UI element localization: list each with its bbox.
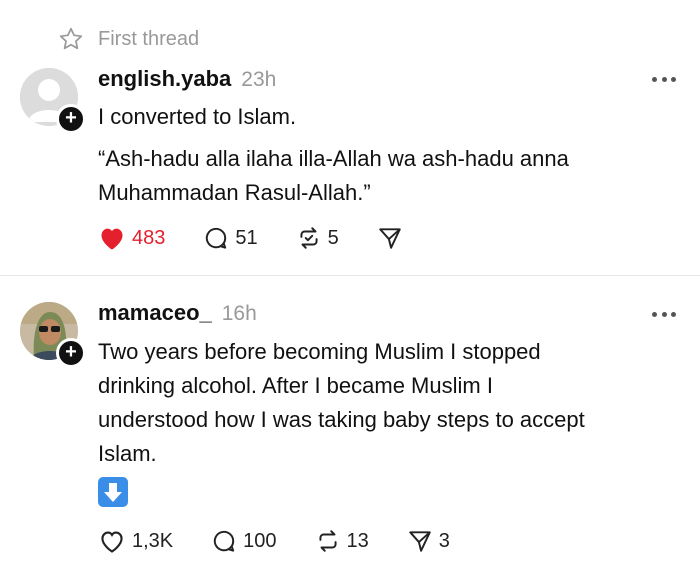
down-arrow-emoji bbox=[98, 477, 128, 507]
reply-count: 51 bbox=[235, 226, 258, 249]
reply-button[interactable]: 51 bbox=[203, 223, 258, 253]
post-header: english.yaba 23h bbox=[98, 66, 276, 92]
post-body: I converted to Islam. “Ash-hadu alla ila… bbox=[98, 100, 678, 210]
heart-icon bbox=[101, 228, 123, 250]
star-icon[interactable] bbox=[58, 26, 84, 52]
repost-button[interactable]: 5 bbox=[296, 223, 339, 253]
like-button[interactable]: 483 bbox=[98, 223, 165, 253]
repost-button[interactable]: 13 bbox=[315, 526, 369, 556]
follow-plus-button[interactable]: + bbox=[56, 104, 86, 134]
post-actions: 483 51 5 bbox=[98, 223, 403, 253]
timestamp: 23h bbox=[241, 68, 277, 91]
share-count: 3 bbox=[438, 529, 450, 552]
reply-button[interactable]: 100 bbox=[211, 526, 277, 556]
repost-icon bbox=[300, 227, 318, 249]
post-body: Two years before becoming Muslim I stopp… bbox=[98, 335, 678, 471]
thread-header: First thread bbox=[58, 24, 199, 54]
avatar[interactable]: + bbox=[20, 302, 86, 368]
timestamp: 16h bbox=[221, 302, 257, 325]
username[interactable]: english.yaba bbox=[98, 66, 231, 92]
post-actions: 1,3K 100 13 3 bbox=[98, 526, 450, 556]
post-line: Two years before becoming Muslim I stopp… bbox=[98, 339, 541, 364]
reply-count: 100 bbox=[243, 529, 277, 552]
avatar[interactable]: + bbox=[20, 68, 86, 134]
like-button[interactable]: 1,3K bbox=[98, 526, 173, 556]
reply-icon bbox=[206, 227, 227, 249]
post-line: Muhammadan Rasul-Allah.” bbox=[98, 180, 371, 205]
post-line: drinking alcohol. After I became Muslim … bbox=[98, 373, 493, 398]
post-header: mamaceo_ 16h bbox=[98, 300, 257, 326]
repost-count: 5 bbox=[327, 226, 339, 249]
more-dots-icon[interactable] bbox=[652, 309, 676, 319]
heart-icon bbox=[101, 531, 123, 553]
send-icon bbox=[379, 228, 401, 249]
repost-count: 13 bbox=[346, 529, 369, 552]
more-dots-icon[interactable] bbox=[652, 74, 676, 84]
like-count: 483 bbox=[132, 226, 166, 249]
post-line: understood how I was taking baby steps t… bbox=[98, 407, 585, 432]
post-line: Islam. bbox=[98, 441, 157, 466]
thread-title: First thread bbox=[98, 27, 200, 50]
like-count: 1,3K bbox=[132, 529, 174, 552]
username[interactable]: mamaceo_ bbox=[98, 300, 212, 326]
post-line: I converted to Islam. bbox=[98, 104, 297, 129]
reply-icon bbox=[214, 530, 235, 552]
follow-plus-button[interactable]: + bbox=[56, 338, 86, 368]
repost-icon bbox=[318, 530, 337, 552]
share-button[interactable] bbox=[377, 223, 403, 253]
divider bbox=[0, 275, 700, 276]
share-button[interactable]: 3 bbox=[407, 526, 450, 556]
post-line: “Ash-hadu alla ilaha illa-Allah wa ash-h… bbox=[98, 146, 569, 171]
send-icon bbox=[409, 531, 431, 552]
